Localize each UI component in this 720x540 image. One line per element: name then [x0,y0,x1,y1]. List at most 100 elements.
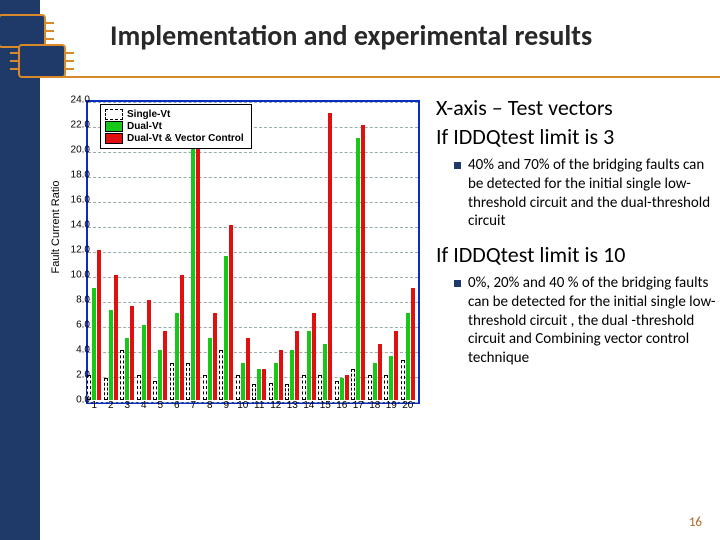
y-tick: 8.0 [56,295,90,306]
x-tick: 16 [334,400,350,411]
y-tick: 22.0 [56,120,90,131]
y-tick: 4.0 [56,345,90,356]
x-tick: 10 [235,400,251,411]
legend-label: Dual-Vt [127,121,162,132]
bar-d [175,313,179,401]
bar-d [373,363,377,401]
y-tick: 14.0 [56,220,90,231]
bar-d [340,378,344,401]
slide: Implementation and experimental results … [0,0,720,540]
bar-d [389,356,393,400]
bar-d [92,288,96,401]
bar-s [104,378,108,401]
x-tick: 7 [185,400,201,411]
bar-s [384,375,388,400]
x-tick: 2 [103,400,119,411]
bar-v [262,369,266,400]
bar-s [203,375,207,400]
bar-d [290,350,294,400]
bar-s [252,384,256,400]
x-tick: 18 [367,400,383,411]
x-tick: 12 [268,400,284,411]
bar-d [323,344,327,400]
bar-v [312,313,316,401]
bar-s [401,360,405,400]
bar-v [295,331,299,400]
y-tick: 2.0 [56,370,90,381]
x-tick: 17 [350,400,366,411]
bar-s [219,350,223,400]
x-tick: 15 [317,400,333,411]
bar-v [130,306,134,400]
bar-v [328,113,332,401]
bar-s [120,350,124,400]
legend-label: Dual-Vt & Vector Control [127,133,244,144]
decorative-band [0,0,40,540]
x-tick: 20 [400,400,416,411]
bar-s [351,369,355,400]
title-underline [40,76,720,78]
slide-title: Implementation and experimental results [110,18,710,53]
bar-d [208,338,212,401]
bar-v [361,125,365,400]
x-tick: 19 [383,400,399,411]
bar-v [229,225,233,400]
bar-s [137,375,141,400]
bar-v [180,275,184,400]
bar-s [368,375,372,400]
bar-v [279,350,283,400]
x-tick: 5 [152,400,168,411]
x-tick: 8 [202,400,218,411]
bar-d [191,138,195,401]
text-column: X-axis – Test vectors If IDDQtest limit … [436,94,716,374]
bar-v [196,119,200,400]
bullet-item: 0%, 20% and 40 % of the bridging faults … [454,274,716,368]
bar-v [378,344,382,400]
legend-label: Single-Vt [127,109,170,120]
bar-d [241,363,245,401]
bar-v [213,313,217,401]
bar-v [246,338,250,401]
bar-s [285,384,289,400]
text-line: X-axis – Test vectors [436,94,716,121]
x-tick: 11 [251,400,267,411]
bar-d [109,310,113,400]
x-tick: 6 [169,400,185,411]
bar-v [345,375,349,400]
page-number: 16 [689,515,702,530]
bar-d [224,256,228,400]
bullet-item: 40% and 70% of the bridging faults can b… [454,156,716,231]
bar-d [356,138,360,401]
bar-d [257,369,261,400]
y-tick: 18.0 [56,170,90,181]
bar-s [236,375,240,400]
bar-v [97,250,101,400]
bar-s [302,375,306,400]
bar-s [335,381,339,400]
x-tick: 1 [86,400,102,411]
x-tick: 13 [284,400,300,411]
bar-d [158,350,162,400]
bar-s [186,363,190,401]
y-tick: 10.0 [56,270,90,281]
x-tick: 14 [301,400,317,411]
chip-icon [0,14,46,48]
bar-s [170,363,174,401]
text-line: If IDDQtest limit is 10 [436,241,716,268]
bar-v [114,275,118,400]
y-tick: 16.0 [56,195,90,206]
y-tick: 20.0 [56,145,90,156]
x-tick: 3 [119,400,135,411]
y-tick: 12.0 [56,245,90,256]
bar-d [142,325,146,400]
bar-s [153,381,157,400]
bar-d [307,331,311,400]
bar-v [163,331,167,400]
bar-d [125,338,129,401]
text-line: If IDDQtest limit is 3 [436,123,716,150]
bar-s [318,375,322,400]
y-tick: 0.0 [56,395,90,406]
y-tick: 24.0 [56,95,90,106]
bar-d [406,313,410,401]
chart: Fault Current Ratio Single-Vt Dual-Vt Du… [46,92,426,422]
